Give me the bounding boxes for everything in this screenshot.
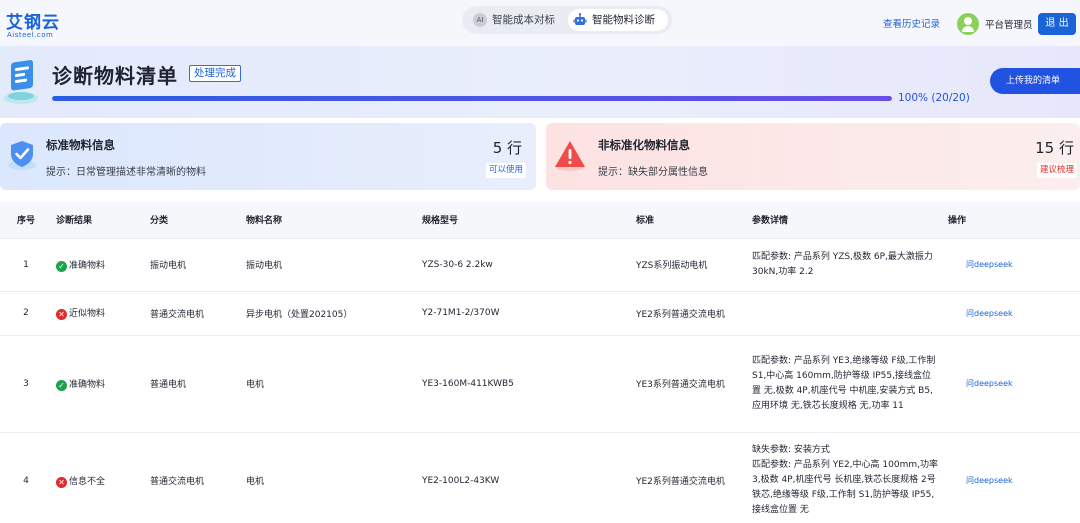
result-label: 信息不全 (69, 476, 106, 487)
ask-deepseek-link[interactable]: 问deepseek (948, 476, 1013, 485)
ask-deepseek-link[interactable]: 问deepseek (948, 379, 1013, 388)
standard-cell: YE2系列普通交流电机 (632, 291, 748, 336)
spec-cell: YE3-160M-411KWB5 (418, 335, 632, 433)
diagnosis-result: ✕ 近似物料 (52, 291, 146, 336)
robot-icon (573, 13, 587, 27)
table-row: 1 ✓ 准确物料 振动电机 振动电机 YZS-30-6 2.2kw YZS系列振动… (0, 238, 1080, 292)
col-header-action: 操作 (944, 202, 1080, 239)
tab-label: 智能成本对标 (492, 14, 555, 26)
category-cell: 普通电机 (146, 335, 242, 433)
card-tag[interactable]: 建议梳理 (1036, 163, 1077, 178)
status-badge: 处理完成 (189, 65, 241, 82)
params-cell: 匹配参数: 产品系列 YE3,绝缘等级 F级,工作制 S1,中心高 160mm,… (748, 335, 944, 433)
progress-bar (52, 96, 892, 101)
col-header-result: 诊断结果 (52, 202, 146, 239)
category-cell: 振动电机 (146, 238, 242, 292)
logo-text: 艾钢云 (6, 13, 60, 33)
ai-icon: AI (473, 13, 487, 27)
mode-tabs: AI 智能成本对标 智能物料诊断 (462, 6, 672, 34)
name-cell: 电机 (242, 432, 418, 523)
page-header: 诊断物料清单 处理完成 上传我的清单 100% (20/20) (0, 46, 1080, 118)
standard-cell: YZS系列振动电机 (632, 238, 748, 292)
card-tag[interactable]: 可以使用 (485, 163, 526, 178)
col-header-no: 序号 (0, 202, 52, 239)
shield-check-icon (6, 137, 42, 173)
action-cell: 问deepseek (944, 238, 1080, 292)
standard-cell: YE2系列普通交流电机 (632, 432, 748, 523)
table-header-row: 序号 诊断结果 分类 物料名称 规格型号 标准 参数详情 操作 (0, 202, 1080, 239)
table-row: 2 ✕ 近似物料 普通交流电机 异步电机（处置202105） Y2-71M1-2/… (0, 291, 1080, 336)
spec-cell: YE2-100L2-43KW (418, 432, 632, 523)
progress-fill (52, 96, 892, 101)
table-row: 4 ✕ 信息不全 普通交流电机 电机 YE2-100L2-43KW YE2系列普通… (0, 432, 1080, 523)
page-title: 诊断物料清单 (52, 64, 178, 88)
category-cell: 普通交流电机 (146, 291, 242, 336)
standard-cell: YE3系列普通交流电机 (632, 335, 748, 433)
logout-button[interactable]: 退 出 (1038, 13, 1076, 35)
name-cell: 异步电机（处置202105） (242, 291, 418, 336)
row-no: 1 (0, 238, 52, 292)
col-header-category: 分类 (146, 202, 242, 239)
x-circle-icon: ✕ (56, 309, 67, 320)
table-row: 3 ✓ 准确物料 普通电机 电机 YE3-160M-411KWB5 YE3系列普通… (0, 335, 1080, 433)
ask-deepseek-link[interactable]: 问deepseek (948, 309, 1013, 318)
x-circle-icon: ✕ (56, 476, 67, 488)
document-list-icon (2, 56, 42, 106)
tab-cost-benchmark[interactable]: AI 智能成本对标 (468, 9, 568, 31)
ask-deepseek-link[interactable]: 问deepseek (948, 260, 1013, 269)
username: 平台管理员 (985, 20, 1033, 31)
diagnosis-result: ✕ 信息不全 (52, 432, 146, 523)
top-bar: 艾钢云 Aisteel.com AI 智能成本对标 智能物料诊断 查看历史记录 … (0, 0, 1080, 46)
logo-subtext: Aisteel.com (7, 31, 54, 39)
card-title: 非标准化物料信息 (598, 138, 690, 152)
card-count: 15 行 (1035, 139, 1074, 157)
tab-label: 智能物料诊断 (592, 14, 655, 26)
tab-material-diagnosis[interactable]: 智能物料诊断 (568, 9, 668, 31)
warning-icon (552, 137, 588, 173)
name-cell: 振动电机 (242, 238, 418, 292)
name-cell: 电机 (242, 335, 418, 433)
progress-text: 100% (20/20) (898, 92, 970, 104)
avatar[interactable] (957, 13, 979, 35)
row-no: 4 (0, 432, 52, 523)
aisteel-logo[interactable]: 艾钢云 Aisteel.com (6, 8, 66, 42)
spec-cell: Y2-71M1-2/370W (418, 291, 632, 336)
params-cell: 匹配参数: 产品系列 YZS,极数 6P,最大激振力 30kN,功率 2.2 (748, 238, 944, 292)
spec-cell: YZS-30-6 2.2kw (418, 238, 632, 292)
material-table: 序号 诊断结果 分类 物料名称 规格型号 标准 参数详情 操作 1 ✓ 准确物料 … (0, 202, 1080, 523)
card-hint: 提示：缺失部分属性信息 (598, 167, 708, 178)
col-header-name: 物料名称 (242, 202, 418, 239)
params-cell (748, 291, 944, 336)
result-label: 准确物料 (69, 260, 106, 271)
col-header-params: 参数详情 (748, 202, 944, 239)
card-hint: 提示：日常管理描述非常清晰的物料 (46, 167, 206, 178)
row-no: 2 (0, 291, 52, 336)
upload-list-button[interactable]: 上传我的清单 (990, 68, 1080, 94)
col-header-spec: 规格型号 (418, 202, 632, 239)
card-count: 5 行 (492, 139, 522, 157)
col-header-standard: 标准 (632, 202, 748, 239)
action-cell: 问deepseek (944, 432, 1080, 523)
check-circle-icon: ✓ (56, 379, 67, 391)
nonstandard-material-card[interactable]: 非标准化物料信息 提示：缺失部分属性信息 15 行 建议梳理 (546, 123, 1080, 190)
card-title: 标准物料信息 (46, 138, 115, 152)
row-no: 3 (0, 335, 52, 433)
diagnosis-result: ✓ 准确物料 (52, 335, 146, 433)
check-circle-icon: ✓ (56, 260, 67, 272)
params-cell: 缺失参数: 安装方式 匹配参数: 产品系列 YE2,中心高 100mm,功率 3… (748, 432, 944, 523)
category-cell: 普通交流电机 (146, 432, 242, 523)
standard-material-card[interactable]: 标准物料信息 提示：日常管理描述非常清晰的物料 5 行 可以使用 (0, 123, 536, 190)
action-cell: 问deepseek (944, 291, 1080, 336)
diagnosis-result: ✓ 准确物料 (52, 238, 146, 292)
view-history-link[interactable]: 查看历史记录 (883, 16, 940, 30)
result-label: 近似物料 (69, 309, 106, 319)
action-cell: 问deepseek (944, 335, 1080, 433)
result-label: 准确物料 (69, 379, 106, 390)
